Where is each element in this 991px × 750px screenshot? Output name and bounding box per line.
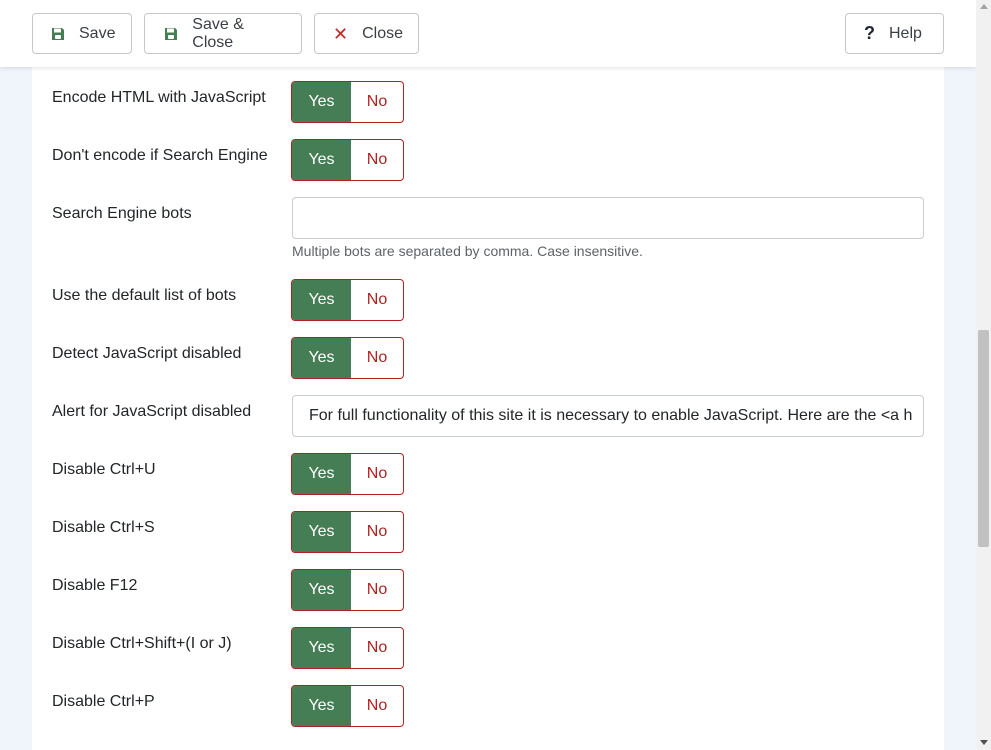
no-option[interactable]: No xyxy=(351,82,403,122)
no-option[interactable]: No xyxy=(351,280,403,320)
field-label: Alert for JavaScript disabled xyxy=(52,403,252,420)
close-button[interactable]: ✕ Close xyxy=(314,13,419,54)
no-option[interactable]: No xyxy=(351,686,403,726)
dont-encode-search-switch[interactable]: Yes No xyxy=(291,139,404,181)
floppy-disk-icon xyxy=(51,26,65,42)
detect-js-switch[interactable]: Yes No xyxy=(291,337,404,379)
field-label: Search Engine bots xyxy=(52,205,192,222)
yes-option[interactable]: Yes xyxy=(292,686,351,726)
no-option[interactable]: No xyxy=(351,628,403,668)
ctrl-s-switch[interactable]: Yes No xyxy=(291,511,404,553)
ctrl-u-switch[interactable]: Yes No xyxy=(291,453,404,495)
question-icon: ? xyxy=(864,23,875,43)
scroll-thumb[interactable] xyxy=(978,330,989,547)
search-bots-input[interactable] xyxy=(292,197,924,239)
save-button[interactable]: Save xyxy=(32,13,132,54)
scroll-up-arrow-icon[interactable] xyxy=(980,4,988,9)
settings-card: Encode HTML with JavaScript Yes No Don't… xyxy=(32,67,944,750)
toolbar: Save Save & Close ✕ Close ? Help xyxy=(0,0,976,67)
field-label: Encode HTML with JavaScript xyxy=(52,89,266,106)
yes-option[interactable]: Yes xyxy=(292,512,351,552)
field-label: Disable Ctrl+U xyxy=(52,461,156,478)
scrollbar[interactable] xyxy=(976,0,991,750)
ctrl-p-switch[interactable]: Yes No xyxy=(291,685,404,727)
no-option[interactable]: No xyxy=(351,512,403,552)
help-button[interactable]: ? Help xyxy=(845,13,944,54)
field-label: Don't encode if Search Engine xyxy=(52,147,268,164)
field-label: Disable Ctrl+Shift+(I or J) xyxy=(52,635,232,652)
yes-option[interactable]: Yes xyxy=(292,280,351,320)
yes-option[interactable]: Yes xyxy=(292,628,351,668)
field-label: Detect JavaScript disabled xyxy=(52,345,242,362)
save-label: Save xyxy=(79,24,116,42)
no-option[interactable]: No xyxy=(351,570,403,610)
yes-option[interactable]: Yes xyxy=(292,570,351,610)
help-label: Help xyxy=(889,24,922,42)
yes-option[interactable]: Yes xyxy=(292,82,351,122)
no-option[interactable]: No xyxy=(351,140,403,180)
encode-html-switch[interactable]: Yes No xyxy=(291,81,404,123)
field-label: Disable Ctrl+P xyxy=(52,693,155,710)
yes-option[interactable]: Yes xyxy=(292,140,351,180)
f12-switch[interactable]: Yes No xyxy=(291,569,404,611)
scroll-down-arrow-icon[interactable] xyxy=(980,740,988,745)
save-close-label: Save & Close xyxy=(192,15,244,51)
field-label: Use the default list of bots xyxy=(52,287,237,304)
field-label: Disable Ctrl+S xyxy=(52,519,155,536)
close-label: Close xyxy=(362,24,403,42)
floppy-disk-icon xyxy=(163,26,178,42)
yes-option[interactable]: Yes xyxy=(292,338,351,378)
no-option[interactable]: No xyxy=(351,454,403,494)
default-bots-switch[interactable]: Yes No xyxy=(291,279,404,321)
ctrl-shift-switch[interactable]: Yes No xyxy=(291,627,404,669)
no-option[interactable]: No xyxy=(351,338,403,378)
search-bots-help: Multiple bots are separated by comma. Ca… xyxy=(292,243,643,259)
save-close-button[interactable]: Save & Close xyxy=(144,13,302,54)
alert-js-input[interactable]: For full functionality of this site it i… xyxy=(292,395,924,437)
field-label: Disable F12 xyxy=(52,577,138,594)
yes-option[interactable]: Yes xyxy=(292,454,351,494)
close-icon: ✕ xyxy=(333,23,349,44)
